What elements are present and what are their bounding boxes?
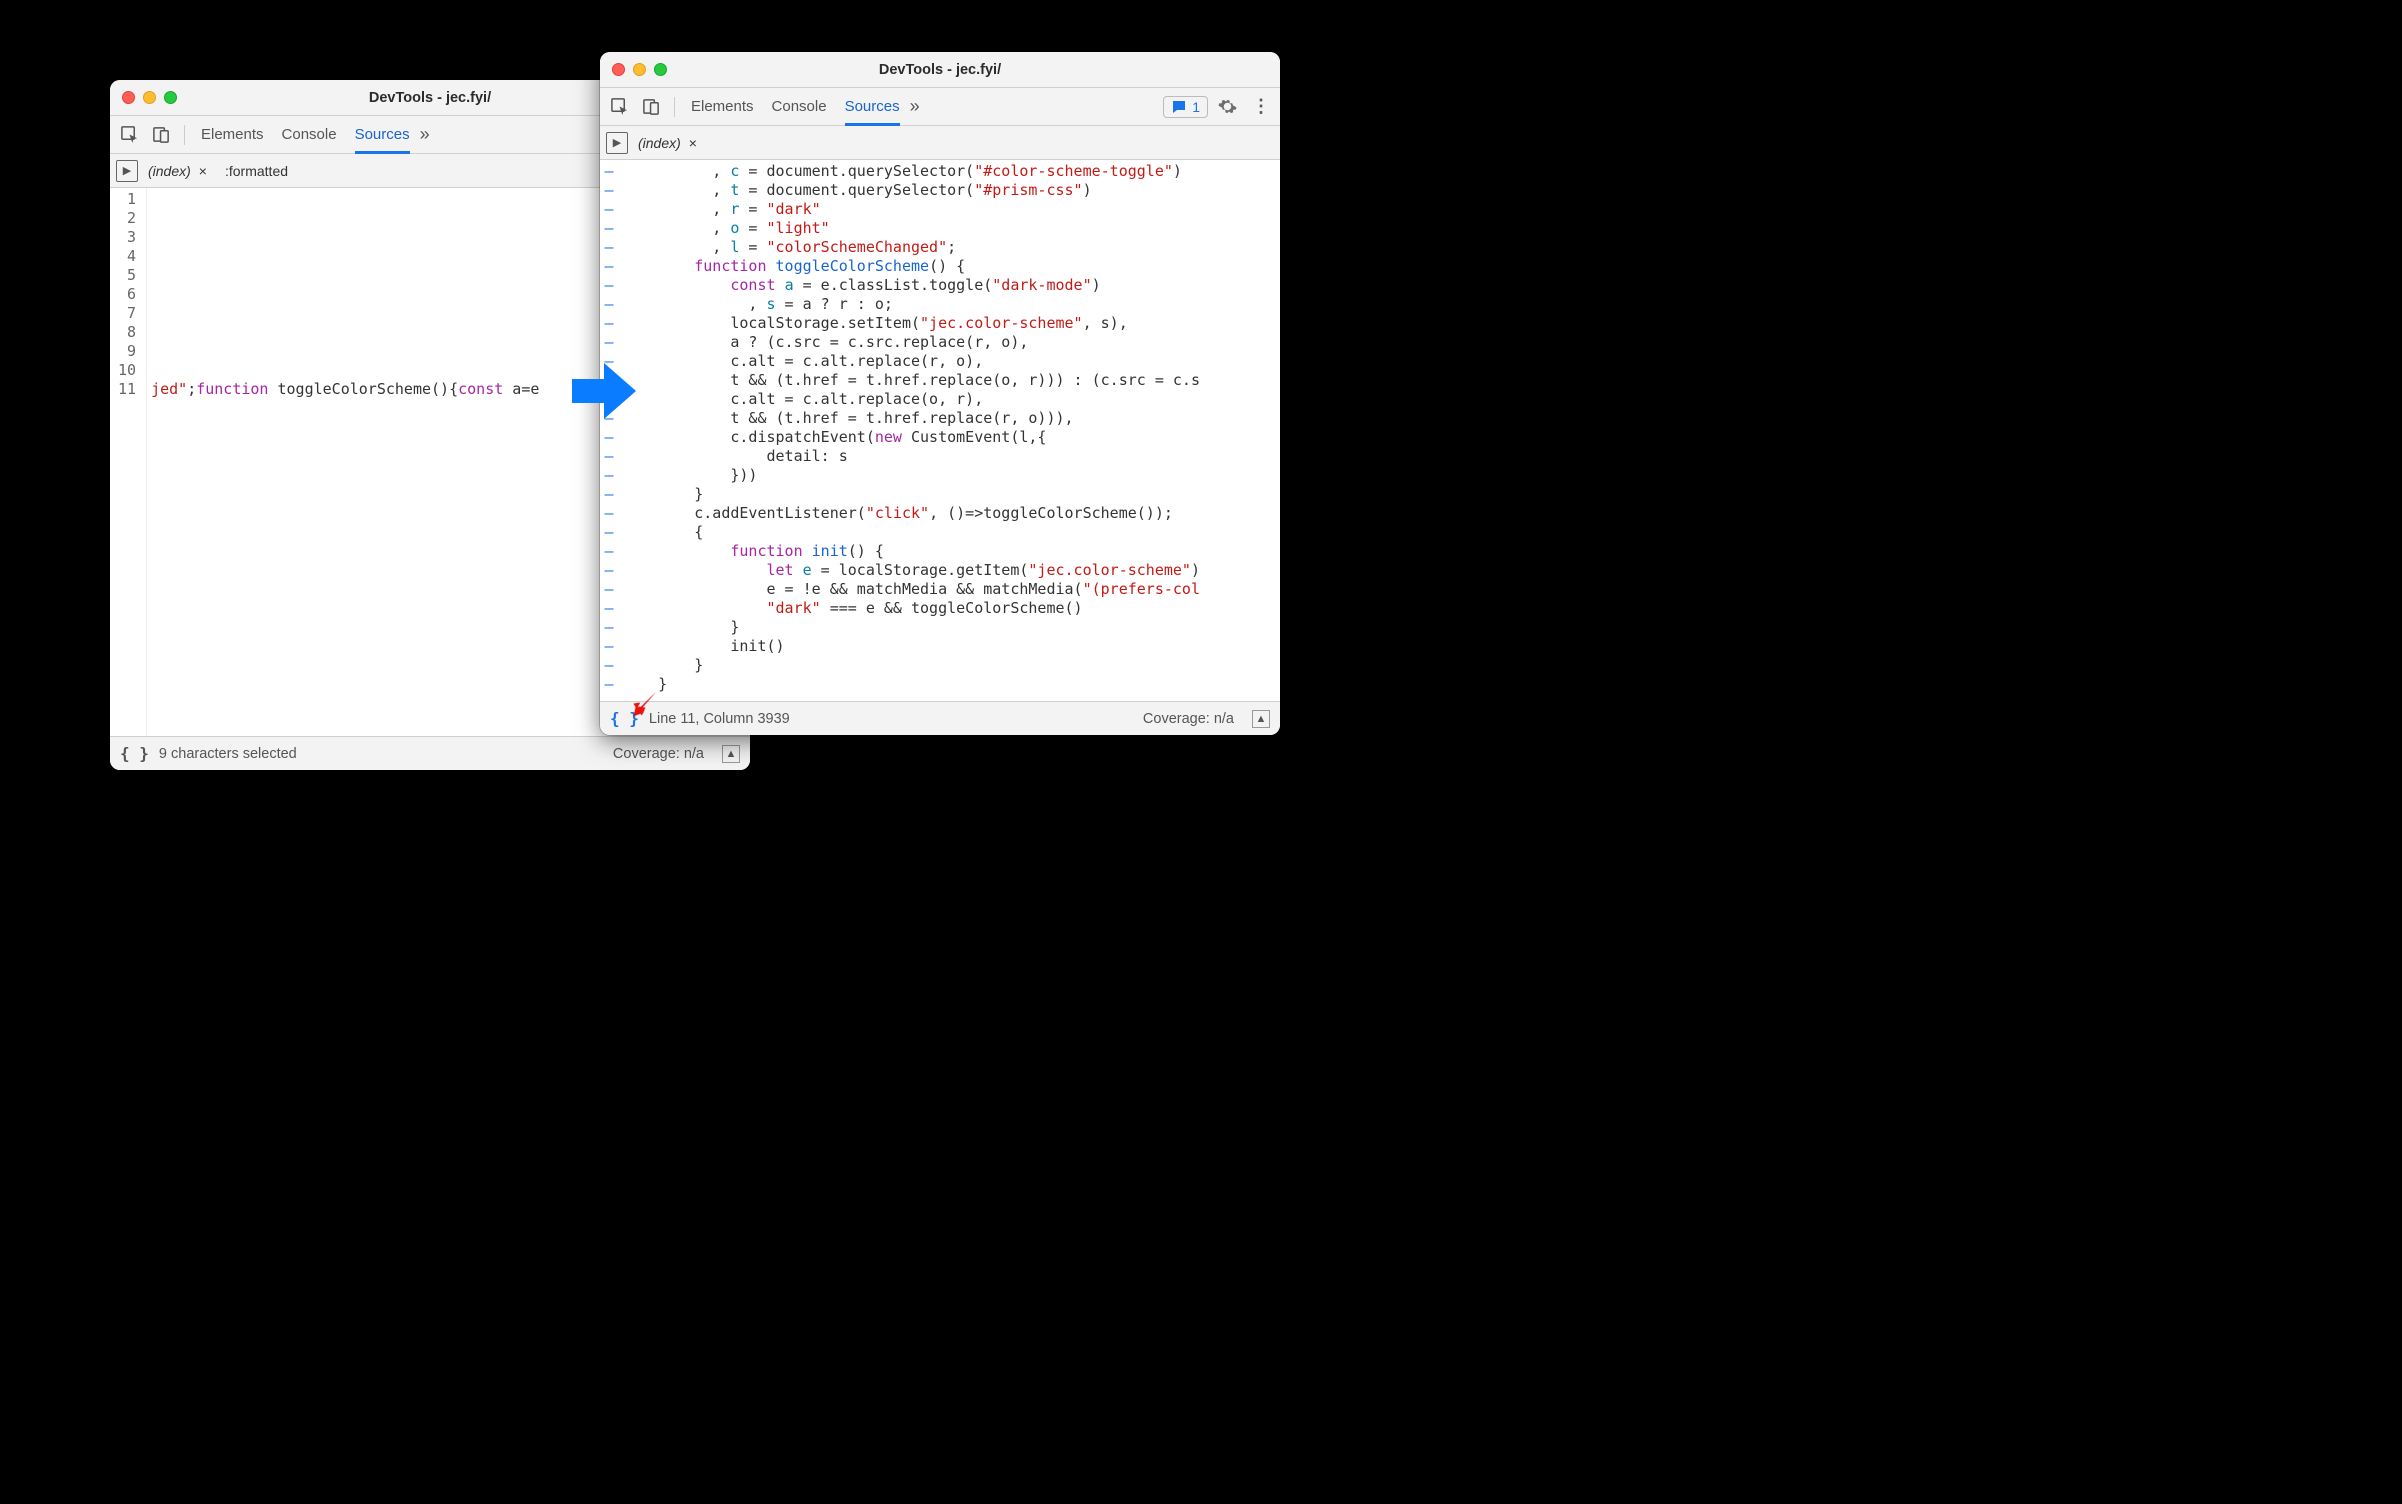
window-title: DevTools - jec.fyi/ — [879, 62, 1001, 78]
status-bar: { } Line 11, Column 3939 Coverage: n/a ▲ — [600, 701, 1280, 735]
tab-sources[interactable]: Sources — [845, 88, 900, 126]
panel-tabs: Elements Console Sources — [201, 116, 410, 153]
scroll-top-icon[interactable]: ▲ — [1252, 710, 1270, 728]
close-tab-icon[interactable]: × — [687, 135, 699, 151]
tab-console[interactable]: Console — [282, 116, 337, 153]
file-tab-bar: ▶ (index) × — [600, 126, 1280, 160]
devtools-window-right: DevTools - jec.fyi/ Elements Console Sou… — [600, 52, 1280, 735]
code-editor[interactable]: , c = document.querySelector("#color-sch… — [600, 160, 1280, 701]
coverage-status: Coverage: n/a — [613, 746, 704, 762]
close-icon[interactable] — [612, 63, 625, 76]
tab-sources[interactable]: Sources — [355, 116, 410, 154]
tab-elements[interactable]: Elements — [201, 116, 264, 153]
tab-console[interactable]: Console — [772, 88, 827, 125]
minimize-icon[interactable] — [143, 91, 156, 104]
file-tab-label: (index) — [148, 163, 191, 179]
separator — [674, 97, 675, 117]
status-message: Line 11, Column 3939 — [649, 711, 790, 727]
more-tabs-chevron-icon[interactable]: » — [412, 124, 438, 145]
close-tab-icon[interactable]: × — [197, 163, 209, 179]
window-controls — [612, 63, 667, 76]
code-area[interactable]: , c = document.querySelector("#color-sch… — [618, 160, 1200, 701]
separator — [184, 125, 185, 145]
annotation-arrow-blue — [568, 355, 640, 427]
navigator-toggle-icon[interactable]: ▶ — [116, 160, 138, 182]
tab-elements[interactable]: Elements — [691, 88, 754, 125]
settings-icon[interactable] — [1212, 92, 1242, 122]
file-tab-formatted[interactable]: :formatted — [219, 159, 294, 183]
annotation-arrow-red — [630, 686, 664, 720]
pretty-print-icon[interactable]: { } — [120, 744, 149, 763]
device-toggle-icon[interactable] — [636, 92, 666, 122]
minimize-icon[interactable] — [633, 63, 646, 76]
issues-badge[interactable]: 1 — [1163, 96, 1208, 118]
inspect-icon[interactable] — [604, 92, 634, 122]
line-gutter: 1234567891011 — [110, 188, 147, 736]
file-tab-label: :formatted — [225, 163, 288, 179]
titlebar: DevTools - jec.fyi/ — [600, 52, 1280, 88]
inspect-icon[interactable] — [114, 120, 144, 150]
device-toggle-icon[interactable] — [146, 120, 176, 150]
window-controls — [122, 91, 177, 104]
status-message: 9 characters selected — [159, 746, 297, 762]
fold-gutter[interactable] — [600, 160, 618, 701]
file-tab-index[interactable]: (index) × — [142, 159, 215, 183]
scroll-top-icon[interactable]: ▲ — [722, 745, 740, 763]
more-tabs-chevron-icon[interactable]: » — [902, 96, 928, 117]
file-tab-label: (index) — [638, 135, 681, 151]
zoom-icon[interactable] — [654, 63, 667, 76]
file-tab-index[interactable]: (index) × — [632, 131, 705, 155]
navigator-toggle-icon[interactable]: ▶ — [606, 132, 628, 154]
issues-count: 1 — [1192, 99, 1200, 115]
panel-tabs: Elements Console Sources — [691, 88, 900, 125]
zoom-icon[interactable] — [164, 91, 177, 104]
window-title: DevTools - jec.fyi/ — [369, 90, 491, 106]
coverage-status: Coverage: n/a — [1143, 711, 1234, 727]
status-bar: { } 9 characters selected Coverage: n/a … — [110, 736, 750, 770]
code-area[interactable]: jed";function toggleColorScheme(){const … — [147, 188, 539, 736]
main-toolbar: Elements Console Sources » 1 ⋮ — [600, 88, 1280, 126]
close-icon[interactable] — [122, 91, 135, 104]
kebab-menu-icon[interactable]: ⋮ — [1246, 92, 1276, 122]
